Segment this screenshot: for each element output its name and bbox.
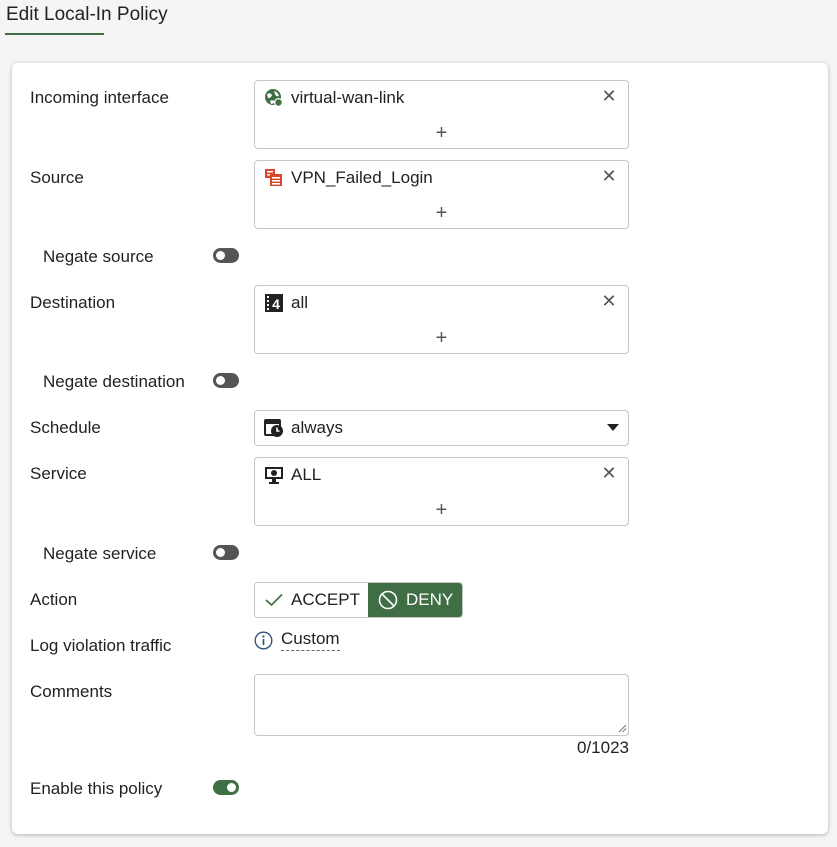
incoming-interface-remove-icon[interactable]: ✕ bbox=[601, 87, 617, 105]
policy-form-card: Incoming interface virtual-wan-link ✕ + … bbox=[12, 63, 828, 834]
source-add-icon[interactable]: + bbox=[433, 203, 451, 223]
service-remove-icon[interactable]: ✕ bbox=[601, 464, 617, 482]
comments-label: Comments bbox=[30, 682, 113, 701]
destination-label: Destination bbox=[30, 293, 116, 312]
enable-policy-toggle[interactable] bbox=[213, 780, 239, 795]
service-monitor-icon bbox=[264, 465, 284, 485]
log-violation-label: Log violation traffic bbox=[30, 636, 172, 655]
source-value: VPN_Failed_Login bbox=[291, 168, 433, 187]
deny-button[interactable]: DENY bbox=[367, 583, 463, 617]
negate-destination-toggle[interactable] bbox=[213, 373, 239, 388]
incoming-interface-label: Incoming interface bbox=[30, 88, 169, 107]
destination-field[interactable]: 4 all ✕ + bbox=[254, 285, 629, 354]
sd-wan-globe-icon bbox=[264, 88, 284, 108]
enable-policy-label: Enable this policy bbox=[30, 779, 163, 798]
page-title: Edit Local-In Policy bbox=[6, 4, 168, 25]
negate-destination-label: Negate destination bbox=[43, 372, 185, 391]
log-violation-value: Custom bbox=[281, 629, 340, 651]
resize-grip-icon[interactable] bbox=[618, 724, 627, 733]
negate-source-label: Negate source bbox=[43, 247, 154, 266]
destination-remove-icon[interactable]: ✕ bbox=[601, 292, 617, 310]
destination-value: all bbox=[291, 293, 309, 312]
incoming-interface-value: virtual-wan-link bbox=[291, 88, 405, 107]
checkmark-icon bbox=[265, 593, 283, 607]
address-group-icon bbox=[264, 168, 284, 188]
schedule-clock-icon bbox=[264, 418, 284, 438]
schedule-label: Schedule bbox=[30, 418, 101, 437]
log-violation-custom-link[interactable]: Custom bbox=[254, 629, 340, 651]
comments-char-counter: 0/1023 bbox=[577, 738, 629, 757]
service-field[interactable]: ALL ✕ + bbox=[254, 457, 629, 526]
chevron-down-icon bbox=[607, 424, 619, 431]
service-label: Service bbox=[30, 464, 87, 483]
source-remove-icon[interactable]: ✕ bbox=[601, 167, 617, 185]
title-underline bbox=[5, 33, 104, 35]
service-entry: ALL bbox=[264, 463, 321, 487]
accept-button[interactable]: ACCEPT bbox=[255, 583, 368, 617]
negate-service-label: Negate service bbox=[43, 544, 157, 563]
service-value: ALL bbox=[291, 465, 322, 484]
deny-label: DENY bbox=[405, 590, 454, 609]
deny-circle-slash-icon bbox=[378, 590, 398, 610]
source-field[interactable]: VPN_Failed_Login ✕ + bbox=[254, 160, 629, 229]
schedule-entry: always bbox=[264, 416, 343, 440]
destination-add-icon[interactable]: + bbox=[433, 328, 451, 348]
service-add-icon[interactable]: + bbox=[433, 500, 451, 520]
incoming-interface-entry: virtual-wan-link bbox=[264, 86, 404, 110]
action-segmented-control: ACCEPT DENY bbox=[254, 582, 464, 618]
source-entry: VPN_Failed_Login bbox=[264, 166, 433, 190]
negate-source-toggle[interactable] bbox=[213, 248, 239, 263]
comments-textarea[interactable] bbox=[254, 674, 629, 736]
ipv4-address-icon: 4 bbox=[264, 293, 284, 313]
incoming-interface-field[interactable]: virtual-wan-link ✕ + bbox=[254, 80, 629, 149]
incoming-interface-add-icon[interactable]: + bbox=[433, 123, 451, 143]
svg-text:4: 4 bbox=[272, 296, 280, 312]
accept-label: ACCEPT bbox=[291, 590, 360, 609]
schedule-value: always bbox=[291, 418, 343, 437]
action-label: Action bbox=[30, 590, 78, 609]
info-circle-icon bbox=[254, 631, 273, 649]
schedule-select[interactable]: always bbox=[254, 410, 629, 446]
source-label: Source bbox=[30, 168, 84, 187]
destination-entry: 4 all bbox=[264, 291, 308, 315]
negate-service-toggle[interactable] bbox=[213, 545, 239, 560]
